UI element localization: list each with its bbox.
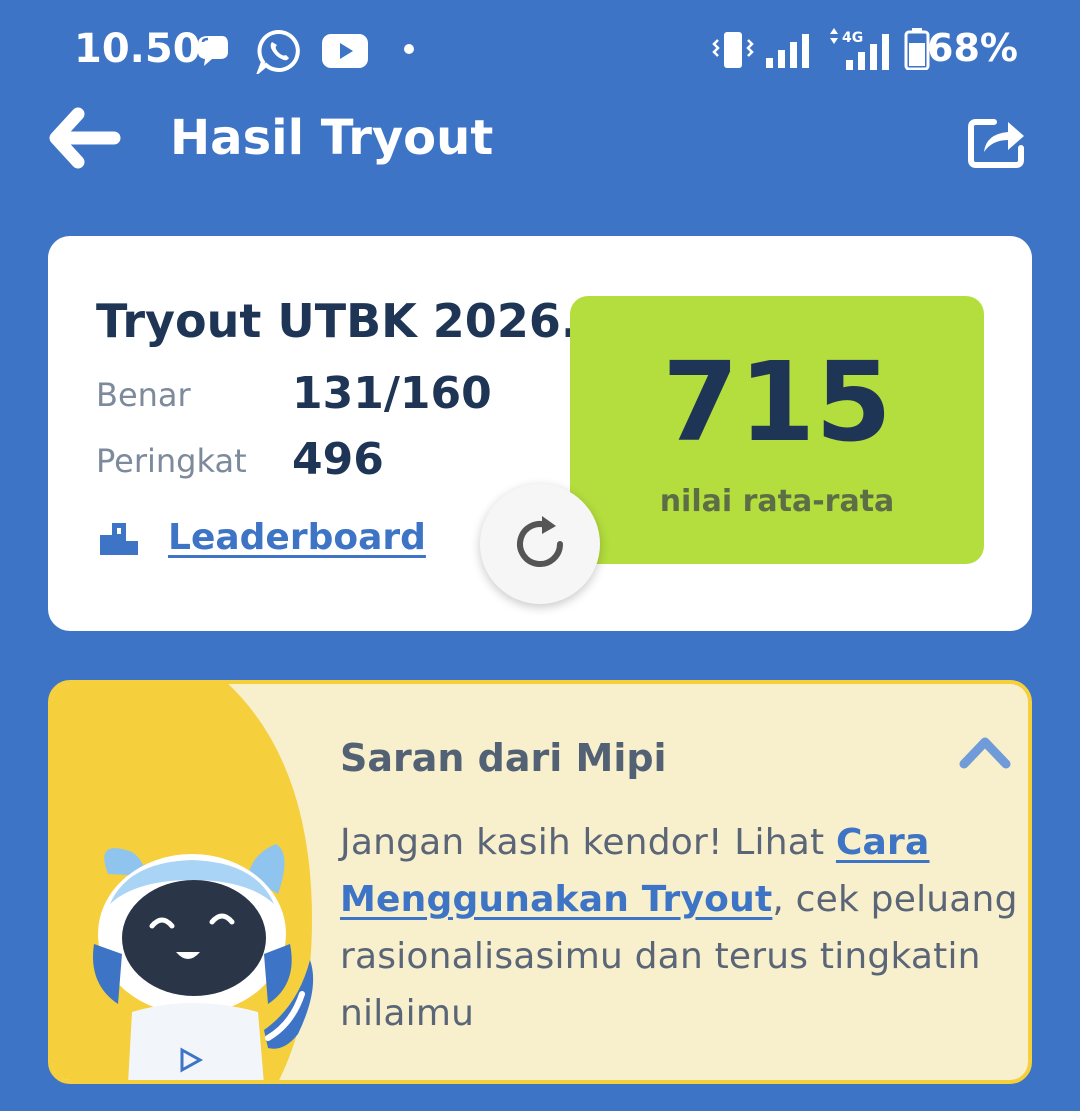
- leaderboard-link[interactable]: Leaderboard: [168, 517, 426, 558]
- youtube-icon: [322, 34, 368, 68]
- correct-value: 131/160: [292, 368, 492, 419]
- rank-label: Peringkat: [96, 442, 247, 480]
- suggestion-card: Saran dari Mipi Jangan kasih kendor! Lih…: [48, 680, 1032, 1084]
- share-icon: [968, 119, 1024, 168]
- suggestion-text-prefix: Jangan kasih kendor! Lihat: [340, 822, 836, 863]
- signal-icon: [766, 34, 809, 68]
- chat-bubble-icon: [198, 36, 228, 66]
- collapse-button[interactable]: [958, 732, 1012, 772]
- chevron-up-icon: [959, 737, 1011, 769]
- back-arrow-icon: [49, 107, 121, 169]
- refresh-icon: [517, 516, 563, 567]
- tryout-name: Tryout UTBK 2026...: [96, 294, 576, 348]
- app-bar: Hasil Tryout: [0, 100, 1080, 190]
- status-time: 10.50: [74, 26, 201, 72]
- status-bar: 10.50 4G 68%: [0, 0, 1080, 100]
- back-button[interactable]: [48, 106, 122, 170]
- refresh-button[interactable]: [480, 484, 600, 604]
- dot-icon: [404, 44, 414, 54]
- 4g-signal-icon: 4G: [830, 28, 889, 70]
- share-button[interactable]: [966, 112, 1028, 170]
- podium-icon: [100, 523, 138, 555]
- score-label: nilai rata-rata: [659, 484, 895, 519]
- score-box: 715 nilai rata-rata: [570, 296, 984, 564]
- mipi-mascot-illustration: [93, 844, 314, 1080]
- suggestion-title: Saran dari Mipi: [340, 736, 667, 780]
- screen: 10.50 4G 68% Hasil Tryout Tryout UTBK 20…: [0, 0, 1080, 1111]
- rank-value: 496: [292, 434, 384, 485]
- leaderboard-link-row[interactable]: Leaderboard: [100, 514, 426, 560]
- result-card: Tryout UTBK 2026... Benar 131/160 Pering…: [48, 236, 1032, 631]
- vibrate-icon: [712, 32, 754, 68]
- network-label: 4G: [842, 30, 863, 46]
- battery-percent: 68%: [927, 26, 1018, 70]
- score-value: 715: [662, 338, 892, 466]
- page-title: Hasil Tryout: [170, 110, 494, 166]
- whatsapp-icon: [256, 29, 300, 74]
- suggestion-body: Jangan kasih kendor! Lihat Cara Mengguna…: [340, 814, 1020, 1042]
- correct-label: Benar: [96, 376, 191, 414]
